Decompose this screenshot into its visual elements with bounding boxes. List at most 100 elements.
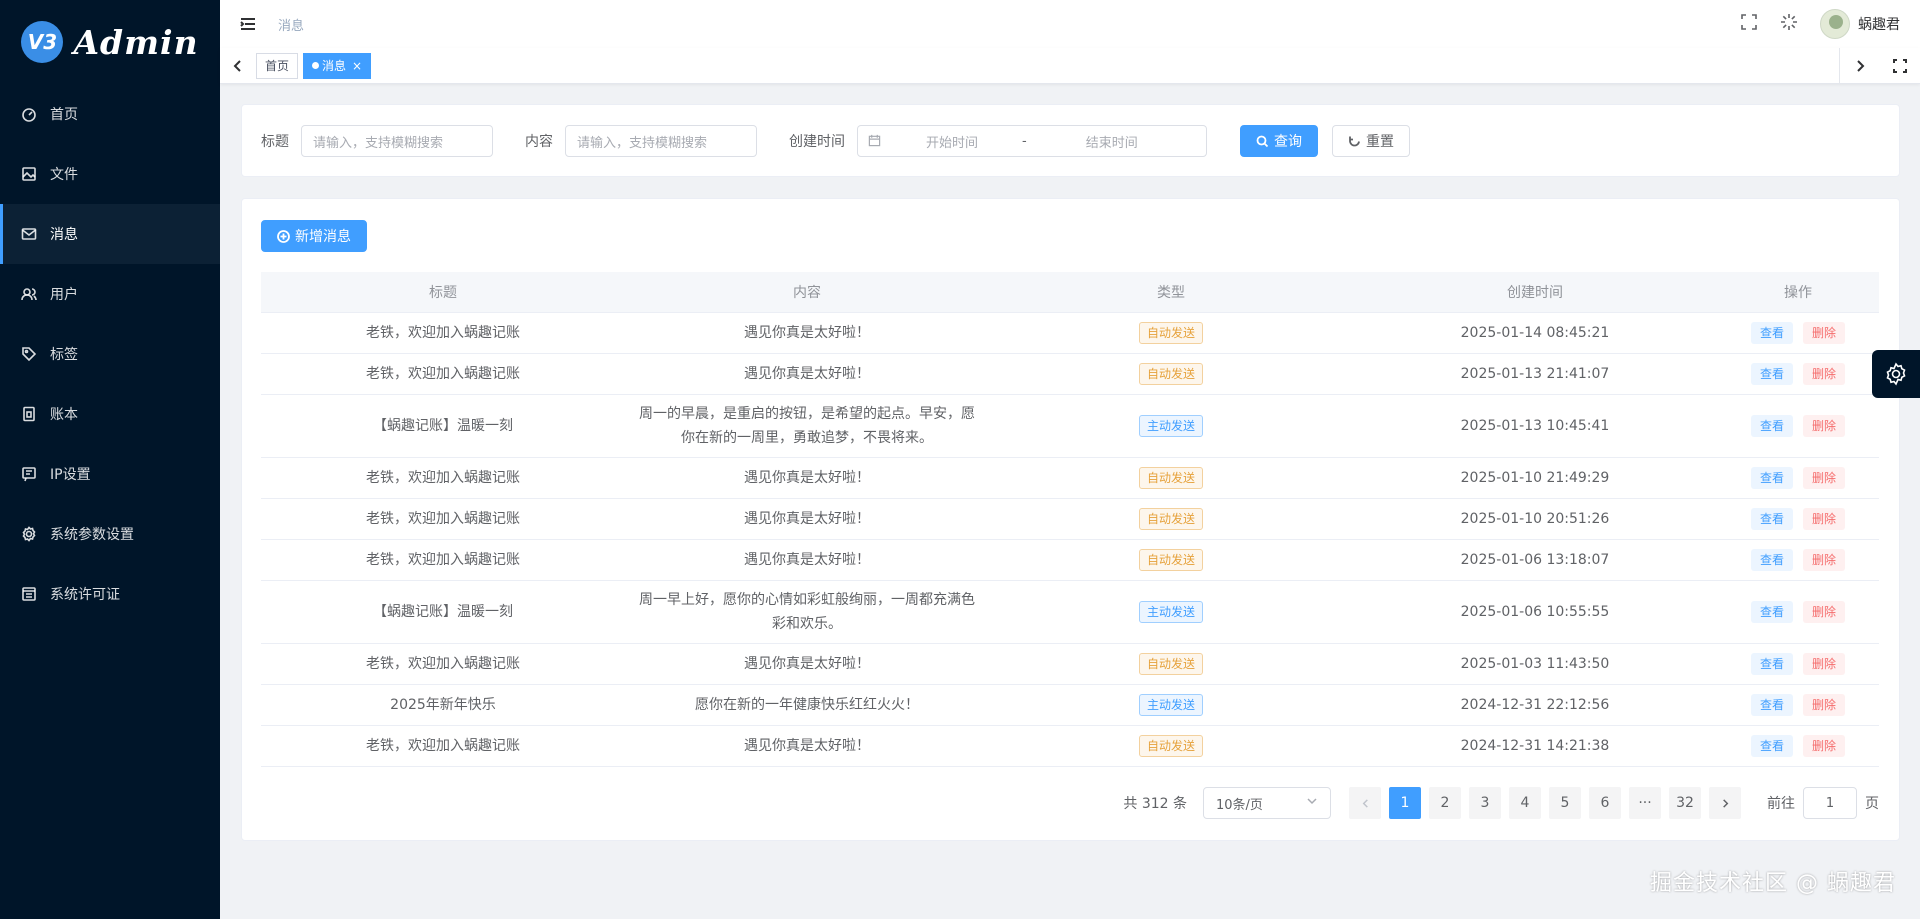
page-number-button[interactable]: 4 bbox=[1509, 787, 1541, 819]
view-button[interactable]: 查看 bbox=[1750, 652, 1793, 675]
loading-spinner-icon[interactable] bbox=[1780, 13, 1798, 35]
content-placeholder: 请输入，支持模糊搜索 bbox=[577, 135, 708, 151]
sidebar-item-tags[interactable]: 标签 bbox=[0, 324, 220, 384]
query-button[interactable]: 查询 bbox=[1240, 125, 1318, 157]
tag-label: 首页 bbox=[265, 59, 290, 73]
title-input[interactable]: 请输入，支持模糊搜索 bbox=[301, 125, 493, 157]
search-form: 标题 请输入，支持模糊搜索 内容 请输入，支持模糊搜索 创建时间 开始时间 - … bbox=[241, 104, 1900, 177]
sidebar-item-license[interactable]: 系统许可证 bbox=[0, 564, 220, 624]
plus-circle-icon bbox=[277, 229, 290, 243]
view-button[interactable]: 查看 bbox=[1750, 466, 1793, 489]
view-button[interactable]: 查看 bbox=[1750, 321, 1793, 344]
view-button[interactable]: 查看 bbox=[1750, 362, 1793, 385]
add-message-label: 新增消息 bbox=[295, 229, 351, 245]
cell-content: 愿你在新的一年健康快乐红红火火！ bbox=[625, 684, 989, 726]
view-button[interactable]: 查看 bbox=[1750, 414, 1793, 437]
user-menu[interactable]: 蜗趣君 bbox=[1820, 9, 1900, 39]
cell-actions: 查看 删除 bbox=[1717, 498, 1879, 540]
cell-type: 主动发送 bbox=[989, 394, 1353, 458]
delete-button[interactable]: 删除 bbox=[1803, 734, 1846, 757]
prev-page-button[interactable] bbox=[1349, 787, 1381, 819]
sidebar-item-ledger[interactable]: 账本 bbox=[0, 384, 220, 444]
cell-title: 老铁，欢迎加入蜗趣记账 bbox=[261, 353, 625, 395]
calendar-icon bbox=[868, 134, 882, 148]
cell-content: 遇见你真是太好啦！ bbox=[625, 539, 989, 581]
goto-page-input[interactable]: 1 bbox=[1803, 787, 1857, 819]
sidebar-item-users[interactable]: 用户 bbox=[0, 264, 220, 324]
chevron-right-icon[interactable] bbox=[1840, 48, 1880, 84]
breadcrumb[interactable]: 消息 bbox=[278, 15, 304, 34]
sidebar-item-label: 用户 bbox=[50, 287, 78, 303]
page-number-button[interactable]: 2 bbox=[1429, 787, 1461, 819]
table-row: 老铁，欢迎加入蜗趣记账 遇见你真是太好啦！ 自动发送 2025-01-10 20:51… bbox=[261, 498, 1879, 540]
view-button[interactable]: 查看 bbox=[1750, 734, 1793, 757]
cell-created: 2025-01-10 20:51:26 bbox=[1353, 498, 1717, 540]
avatar[interactable] bbox=[1820, 9, 1850, 39]
content-text: 遇见你真是太好啦！ bbox=[744, 551, 870, 568]
menu-toggle-icon[interactable] bbox=[236, 12, 260, 36]
cell-actions: 查看 删除 bbox=[1717, 580, 1879, 644]
date-range-picker[interactable]: 开始时间 - 结束时间 bbox=[857, 125, 1207, 157]
type-badge: 主动发送 bbox=[1138, 693, 1203, 716]
delete-button[interactable]: 删除 bbox=[1803, 466, 1846, 489]
page-number-button[interactable]: 32 bbox=[1669, 787, 1701, 819]
column-header: 标题 bbox=[261, 272, 625, 313]
table-row: 老铁，欢迎加入蜗趣记账 遇见你真是太好啦！ 自动发送 2024-12-31 14:21… bbox=[261, 725, 1879, 767]
tag-messages[interactable]: 消息 × bbox=[303, 52, 372, 79]
next-page-button[interactable] bbox=[1709, 787, 1741, 819]
delete-button[interactable]: 删除 bbox=[1803, 693, 1846, 716]
page-size-select[interactable]: 10条/页 bbox=[1203, 787, 1331, 819]
logo[interactable]: V3 Admin bbox=[0, 0, 220, 84]
end-time-placeholder[interactable]: 结束时间 bbox=[1027, 132, 1197, 151]
table-body: 老铁，欢迎加入蜗趣记账 遇见你真是太好啦！ 自动发送 2025-01-14 08:45… bbox=[261, 312, 1879, 767]
chevron-left-icon[interactable] bbox=[220, 48, 256, 84]
sidebar-item-files[interactable]: 文件 bbox=[0, 144, 220, 204]
tag-home[interactable]: 首页 bbox=[256, 52, 299, 79]
cell-type: 主动发送 bbox=[989, 684, 1353, 726]
watermark: 掘金技术社区 @ 蜗趣君 bbox=[1650, 871, 1896, 896]
page-number-button[interactable]: 1 bbox=[1389, 787, 1421, 819]
cell-content: 遇见你真是太好啦！ bbox=[625, 725, 989, 767]
delete-button[interactable]: 删除 bbox=[1803, 548, 1846, 571]
start-time-placeholder[interactable]: 开始时间 bbox=[882, 132, 1022, 151]
sidebar-item-messages[interactable]: 消息 bbox=[0, 204, 220, 264]
sidebar-item-ip-settings[interactable]: IP设置 bbox=[0, 444, 220, 504]
cell-title: 【蜗趣记账】温暖一刻 bbox=[261, 580, 625, 644]
delete-button[interactable]: 删除 bbox=[1803, 600, 1846, 623]
page-number-button[interactable]: 6 bbox=[1589, 787, 1621, 819]
reset-button-wrap: 重置 bbox=[1332, 125, 1410, 157]
delete-button[interactable]: 删除 bbox=[1803, 321, 1846, 344]
add-message-button[interactable]: 新增消息 bbox=[261, 220, 367, 252]
sidebar-item-home[interactable]: 首页 bbox=[0, 84, 220, 144]
settings-gear-button[interactable] bbox=[1872, 350, 1920, 398]
goto-page-value: 1 bbox=[1825, 795, 1835, 811]
goto-label: 前往 bbox=[1767, 796, 1795, 812]
delete-button[interactable]: 删除 bbox=[1803, 414, 1846, 437]
delete-button[interactable]: 删除 bbox=[1803, 652, 1846, 675]
delete-button[interactable]: 删除 bbox=[1803, 362, 1846, 385]
dashboard-icon bbox=[20, 105, 38, 123]
table-row: 老铁，欢迎加入蜗趣记账 遇见你真是太好啦！ 自动发送 2025-01-13 21:41… bbox=[261, 353, 1879, 395]
view-button[interactable]: 查看 bbox=[1750, 507, 1793, 530]
view-button[interactable]: 查看 bbox=[1750, 693, 1793, 716]
delete-button[interactable]: 删除 bbox=[1803, 507, 1846, 530]
page-number-button[interactable]: 3 bbox=[1469, 787, 1501, 819]
fullscreen-icon[interactable] bbox=[1740, 13, 1758, 35]
cell-created: 2025-01-06 13:18:07 bbox=[1353, 539, 1717, 581]
view-button[interactable]: 查看 bbox=[1750, 600, 1793, 623]
fullscreen-content-icon[interactable] bbox=[1880, 48, 1920, 84]
cell-created: 2024-12-31 14:21:38 bbox=[1353, 725, 1717, 767]
view-button[interactable]: 查看 bbox=[1750, 548, 1793, 571]
close-icon[interactable]: × bbox=[352, 59, 362, 73]
sidebar-item-system-params[interactable]: 系统参数设置 bbox=[0, 504, 220, 564]
cell-type: 自动发送 bbox=[989, 457, 1353, 499]
content-text: 愿你在新的一年健康快乐红红火火！ bbox=[695, 696, 919, 713]
page-number-button[interactable]: 5 bbox=[1549, 787, 1581, 819]
gear-icon bbox=[20, 525, 38, 543]
cell-created: 2024-12-31 22:12:56 bbox=[1353, 684, 1717, 726]
more-pages-button[interactable]: ··· bbox=[1629, 787, 1661, 819]
query-button-wrap: 查询 bbox=[1240, 125, 1318, 157]
sidebar: V3 Admin 首页 文件 消息 用户 标签 账本 IP设置 系统参数设置 系… bbox=[0, 0, 220, 919]
reset-button[interactable]: 重置 bbox=[1332, 125, 1410, 157]
content-input[interactable]: 请输入，支持模糊搜索 bbox=[565, 125, 757, 157]
